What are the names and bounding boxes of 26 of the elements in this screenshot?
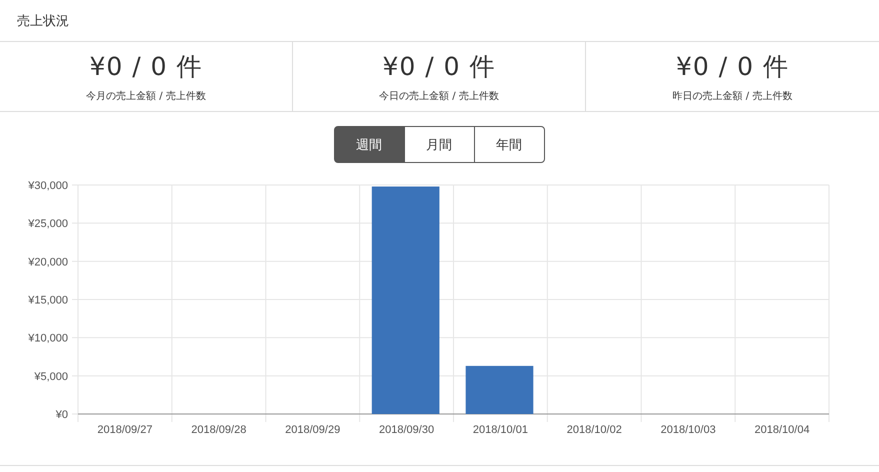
period-tab[interactable]: 週間 [334,126,404,163]
x-axis-label: 2018/09/28 [191,424,246,436]
panel-title: 売上状況 [17,14,69,29]
bar [466,366,534,414]
y-axis-label: ¥15,000 [28,294,68,306]
y-axis-label: ¥0 [56,409,68,421]
stat-value: ¥0 / 0 件 [676,51,789,83]
x-axis-label: 2018/10/01 [472,424,528,436]
x-axis-label: 2018/10/02 [566,424,622,436]
y-axis-label: ¥5,000 [34,370,68,383]
x-axis-label: 2018/10/03 [660,424,716,436]
x-axis-label: 2018/09/27 [97,424,152,436]
x-axis-label: 2018/09/29 [285,424,340,436]
period-tab[interactable]: 月間 [404,126,474,163]
stat-label: 昨日の売上金額 / 売上件数 [672,90,794,103]
stat-label: 今月の売上金額 / 売上件数 [85,90,207,103]
x-axis-label: 2018/10/04 [754,424,810,436]
stat-value: ¥0 / 0 件 [90,51,202,83]
y-axis-label: ¥10,000 [28,332,68,345]
x-axis-label: 2018/09/30 [379,424,434,436]
y-axis-label: ¥25,000 [28,218,68,230]
y-axis-label: ¥20,000 [28,256,68,268]
stat-label: 今日の売上金額 / 売上件数 [378,90,500,103]
stat-value: ¥0 / 0 件 [382,51,496,83]
period-tab[interactable]: 年間 [474,126,544,163]
y-axis-label: ¥30,000 [28,180,68,192]
